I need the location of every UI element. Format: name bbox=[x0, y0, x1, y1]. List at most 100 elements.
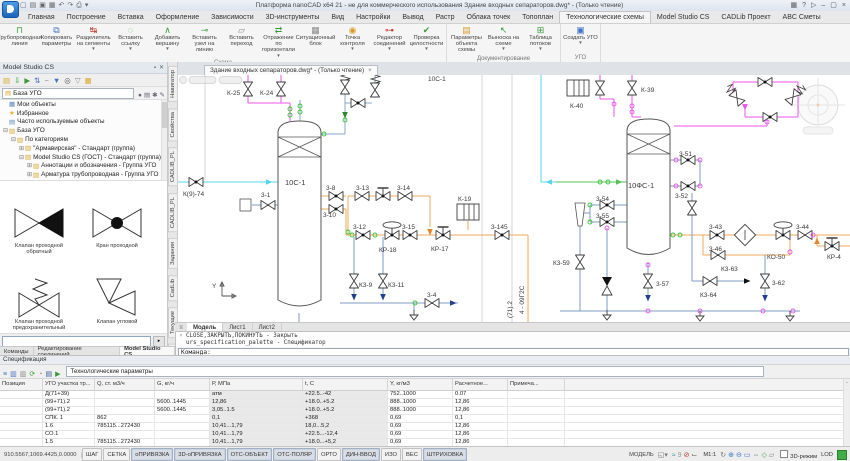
tree-item[interactable]: ⊟▨По категориям bbox=[0, 135, 167, 144]
ribbon-tab[interactable]: Зависимости bbox=[205, 12, 259, 23]
column-header[interactable]: Расчетное... bbox=[453, 379, 508, 390]
side-tab[interactable]: CadLib Про... bbox=[168, 275, 178, 301]
ribbon-button[interactable]: ↹Разделитель на сегменты▼ bbox=[75, 24, 112, 52]
tree-scrollbar[interactable] bbox=[161, 100, 167, 180]
tree-item[interactable]: ⊞▨"Армавирская" - Стандарт (группа) bbox=[0, 144, 167, 153]
table-row[interactable]: СО.110,41...1,79+22.5...-12,40,6912,86 bbox=[0, 431, 850, 439]
window-button-0[interactable]: ▦ bbox=[790, 1, 797, 11]
symbol-safety-valve[interactable]: Клапан проходной предохранительный bbox=[0, 257, 78, 333]
status-view-icon-4[interactable]: ⇔ bbox=[752, 452, 759, 459]
tree-expander-icon[interactable]: ⊟ bbox=[2, 127, 9, 134]
ribbon-tab[interactable]: Вывод bbox=[396, 12, 429, 23]
ribbon-tab[interactable]: Вид bbox=[325, 12, 350, 23]
ribbon-button[interactable]: ▤Параметры объекта схемы bbox=[448, 24, 485, 55]
column-header[interactable]: Примеча... bbox=[508, 379, 565, 390]
ribbon-button[interactable]: ⊞Таблица потоков▼ bbox=[522, 24, 559, 52]
spec-tool-4[interactable]: ◔ bbox=[38, 371, 42, 378]
status-toggle-ОТС-ОБЪЕКТ[interactable]: ОТС-ОБЪЕКТ bbox=[227, 448, 273, 461]
quick-access-button-1[interactable]: ▤ bbox=[30, 1, 37, 11]
symbol-angle-valve[interactable]: Клапан угловой bbox=[78, 257, 156, 333]
status-view-icon-5[interactable]: ◇ bbox=[761, 452, 766, 459]
column-header[interactable]: Y, кг/м3 bbox=[388, 379, 453, 390]
quick-access-button-5[interactable]: ↷ bbox=[67, 1, 73, 11]
ribbon-button[interactable]: ∧Добавить вершину▼ bbox=[149, 24, 186, 52]
window-button-5[interactable]: × bbox=[842, 1, 846, 11]
ribbon-button[interactable]: ◉Точка контроля▼ bbox=[334, 24, 371, 52]
sheet-menu-icon[interactable]: ≡ bbox=[175, 325, 187, 331]
window-button-1[interactable]: ? bbox=[802, 1, 806, 11]
scale-indicator[interactable]: М1:1 bbox=[703, 452, 716, 458]
status-icon-0[interactable]: ≈ bbox=[672, 452, 676, 459]
status-toggle-ВЕС[interactable]: ВЕС bbox=[402, 448, 422, 461]
spec-tool-0[interactable]: ≡ bbox=[3, 371, 7, 378]
column-header[interactable]: Q, ст. м3/ч bbox=[95, 379, 155, 390]
ribbon-button[interactable]: ⊓Трубопроводная линия bbox=[1, 24, 38, 48]
palette-tool-5[interactable]: ▼ bbox=[53, 75, 60, 86]
tree-expander-icon[interactable]: ⊟ bbox=[10, 136, 17, 143]
table-row[interactable]: 1.6785115...27243010,41...1,7918,0...5,2… bbox=[0, 423, 850, 431]
base-ugo-combobox[interactable]: ▤ База УГО bbox=[2, 88, 134, 99]
document-tab[interactable]: Здание входных сепараторов.dwg* - (Тольк… bbox=[204, 65, 378, 75]
tree-item[interactable]: ★Избранное bbox=[0, 109, 167, 118]
ribbon-button[interactable]: ⇄Отражение по горизонтали▼ bbox=[260, 24, 297, 59]
close-icon[interactable]: × bbox=[368, 68, 372, 74]
palette-tool-8[interactable]: ▦ bbox=[85, 75, 92, 86]
quick-access-button-4[interactable]: ↶ bbox=[59, 1, 65, 11]
tree-expander-icon[interactable]: ⊟ bbox=[18, 154, 25, 161]
status-toggle-ИЗО[interactable]: ИЗО bbox=[381, 448, 401, 461]
ribbon-tab[interactable]: Построение bbox=[61, 12, 112, 23]
spec-tool-6[interactable]: ▶ bbox=[55, 371, 60, 378]
spec-tool-5[interactable]: ▤ bbox=[45, 371, 52, 378]
quick-access-button-0[interactable]: ▢ bbox=[20, 1, 27, 11]
tree-expander-icon[interactable]: ⊞ bbox=[26, 162, 33, 169]
column-header[interactable]: Р, МПа bbox=[210, 379, 303, 390]
spec-tool-3[interactable]: ⟳ bbox=[29, 371, 35, 378]
status-view-icon-3[interactable]: ▭ bbox=[744, 452, 751, 459]
status-toggle-ОРТО[interactable]: ОРТО bbox=[317, 448, 341, 461]
palette-header-icon-1[interactable]: ✕ bbox=[159, 65, 164, 71]
window-button-3[interactable]: – bbox=[821, 1, 825, 11]
palette-combo-icon-1[interactable]: ▤ bbox=[144, 92, 150, 99]
tree-item[interactable]: ⊟▨Model Studio CS (ГОСТ) - Стандарт (гру… bbox=[0, 153, 167, 162]
side-tab[interactable]: CADLIB_PL bbox=[168, 193, 178, 232]
status-view-icon-0[interactable]: ↻ bbox=[720, 452, 726, 459]
ribbon-tab[interactable]: Настройки bbox=[350, 12, 396, 23]
status-icon-2[interactable]: ⊘ bbox=[684, 452, 690, 459]
spec-mode-combobox[interactable]: Технологические параметры bbox=[66, 366, 764, 377]
ribbon-tab[interactable]: Облака точек bbox=[461, 12, 517, 23]
ribbon-button[interactable]: ▣Создать УГО▼ bbox=[562, 24, 599, 46]
palette-tool-4[interactable]: − bbox=[44, 75, 48, 86]
spec-tool-2[interactable]: ▥ bbox=[20, 371, 27, 378]
ribbon-tab[interactable]: Технологические схемы bbox=[559, 11, 651, 23]
tree-item[interactable]: ⊟▨База УГО bbox=[0, 126, 167, 135]
side-tab[interactable]: CADLIB_PL bbox=[168, 147, 178, 186]
ribbon-button[interactable]: ▱Вставить переход bbox=[223, 24, 260, 48]
navigation-wheel[interactable] bbox=[791, 78, 845, 134]
column-header[interactable]: G, кг/ч bbox=[155, 379, 210, 390]
table-row[interactable]: (99+71).25600..14453,05..1.5+18.0..+5.28… bbox=[0, 407, 850, 415]
status-view-icon-2[interactable]: ⊖ bbox=[736, 452, 742, 459]
column-header[interactable]: Позиция bbox=[0, 379, 43, 390]
ribbon-button[interactable]: ▦Ситуационный блок bbox=[297, 24, 334, 48]
symbol-check-valve[interactable]: Клапан проходной обратный bbox=[0, 181, 78, 257]
status-toggle-ДИН-ВВОД[interactable]: ДИН-ВВОД bbox=[342, 448, 380, 461]
specification-table[interactable]: ПозицияУГО участка тр...Q, ст. м3/чG, кг… bbox=[0, 379, 850, 447]
nanocad-logo-button[interactable] bbox=[2, 1, 19, 18]
model-space-label[interactable]: МОДЕЛЬ bbox=[629, 452, 654, 458]
quick-access-button-6[interactable]: ⎙ bbox=[76, 1, 82, 11]
ribbon-tab[interactable]: Оформление bbox=[150, 12, 205, 23]
tree-item[interactable]: ⊞▨Аннотации и обозначения - Группа УГО bbox=[0, 162, 167, 171]
tree-expander-icon[interactable]: ⊞ bbox=[26, 171, 33, 178]
ribbon-button[interactable]: ⊸Вставить узел на линию bbox=[186, 24, 223, 55]
spec-tool-1[interactable]: ▥ bbox=[10, 371, 17, 378]
status-icon-3[interactable]: ⌙ bbox=[691, 452, 697, 459]
ribbon-button[interactable]: ⊶Редактор соединений▼ bbox=[371, 24, 408, 52]
palette-combo-icon-0[interactable]: ● bbox=[138, 92, 142, 99]
ribbon-button[interactable]: ✔Проверка целостности▼ bbox=[408, 24, 445, 52]
palette-tool-2[interactable]: ▶ bbox=[24, 75, 30, 86]
status-toggle-3D-оПРИВЯЗКА[interactable]: 3D-оПРИВЯЗКА bbox=[174, 448, 225, 461]
ribbon-tab[interactable]: Вставка bbox=[112, 12, 150, 23]
palette-combo-icon-3[interactable]: ✎ bbox=[160, 92, 165, 99]
ribbon-button[interactable]: ◌Вставить ссылку▼ bbox=[112, 24, 149, 52]
lod-label[interactable]: LOD bbox=[821, 452, 833, 458]
